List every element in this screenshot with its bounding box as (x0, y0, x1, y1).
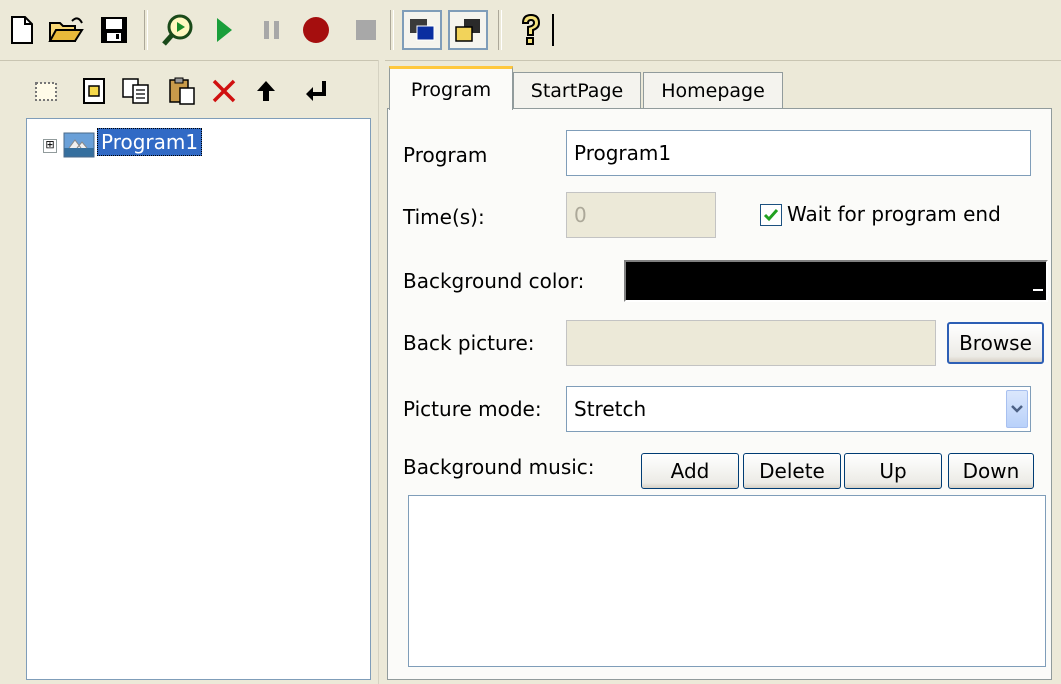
new-page-icon[interactable] (76, 73, 112, 109)
tab-startpage[interactable]: StartPage (513, 72, 641, 108)
chevron-down-icon[interactable] (1006, 390, 1028, 428)
record-icon[interactable] (296, 10, 336, 50)
copy-icon[interactable] (118, 73, 154, 109)
time-label: Time(s): (403, 205, 485, 229)
pause-icon[interactable] (252, 10, 292, 50)
main-toolbar (0, 0, 1061, 61)
stop-icon[interactable] (346, 10, 386, 50)
window-mode-icon[interactable] (402, 10, 442, 50)
add-music-button[interactable]: Add (641, 453, 739, 489)
help-icon[interactable] (510, 10, 550, 50)
wait-checkbox[interactable] (760, 204, 782, 226)
music-list[interactable] (408, 495, 1046, 667)
background-color-label: Background color: (403, 269, 585, 293)
program-tree[interactable]: ⊞ Program1 (26, 118, 371, 680)
tree-expand-toggle[interactable]: ⊞ (43, 139, 57, 153)
program-settings-page: Program Program1 Time(s): 0 Wait for pro… (387, 108, 1052, 680)
delete-icon[interactable] (206, 73, 242, 109)
picture-mode-label: Picture mode: (403, 397, 542, 421)
picture-mode-value: Stretch (574, 397, 647, 421)
move-music-down-button[interactable]: Down (948, 453, 1034, 489)
program-label: Program (403, 143, 488, 167)
move-music-up-button[interactable]: Up (844, 453, 942, 489)
back-picture-input[interactable] (566, 320, 936, 366)
program-name-input[interactable]: Program1 (566, 130, 1031, 176)
window-restore-icon[interactable] (448, 10, 488, 50)
background-color-picker[interactable] (624, 260, 1048, 302)
paste-icon[interactable] (164, 73, 200, 109)
time-input[interactable]: 0 (566, 192, 716, 238)
delete-music-button[interactable]: Delete (743, 453, 841, 489)
move-up-icon[interactable] (248, 73, 284, 109)
move-down-icon[interactable] (298, 73, 334, 109)
open-icon[interactable] (46, 10, 86, 50)
preview-icon[interactable] (158, 10, 198, 50)
back-picture-label: Back picture: (403, 331, 535, 355)
new-icon[interactable] (2, 10, 42, 50)
tree-item-program1[interactable]: Program1 (97, 128, 203, 156)
tab-program[interactable]: Program (389, 66, 513, 110)
toolbar-end-divider (552, 14, 554, 46)
program-image-icon (63, 132, 95, 158)
picture-mode-select[interactable]: Stretch (566, 386, 1031, 432)
browse-button[interactable]: Browse (947, 322, 1044, 364)
color-dropdown-icon (1033, 289, 1043, 297)
panel-splitter[interactable] (378, 60, 385, 684)
save-icon[interactable] (94, 10, 134, 50)
background-music-label: Background music: (403, 455, 595, 479)
new-program-icon[interactable] (28, 73, 64, 109)
play-icon[interactable] (204, 10, 244, 50)
tab-homepage[interactable]: Homepage (643, 72, 783, 108)
wait-label[interactable]: Wait for program end (787, 202, 1001, 226)
